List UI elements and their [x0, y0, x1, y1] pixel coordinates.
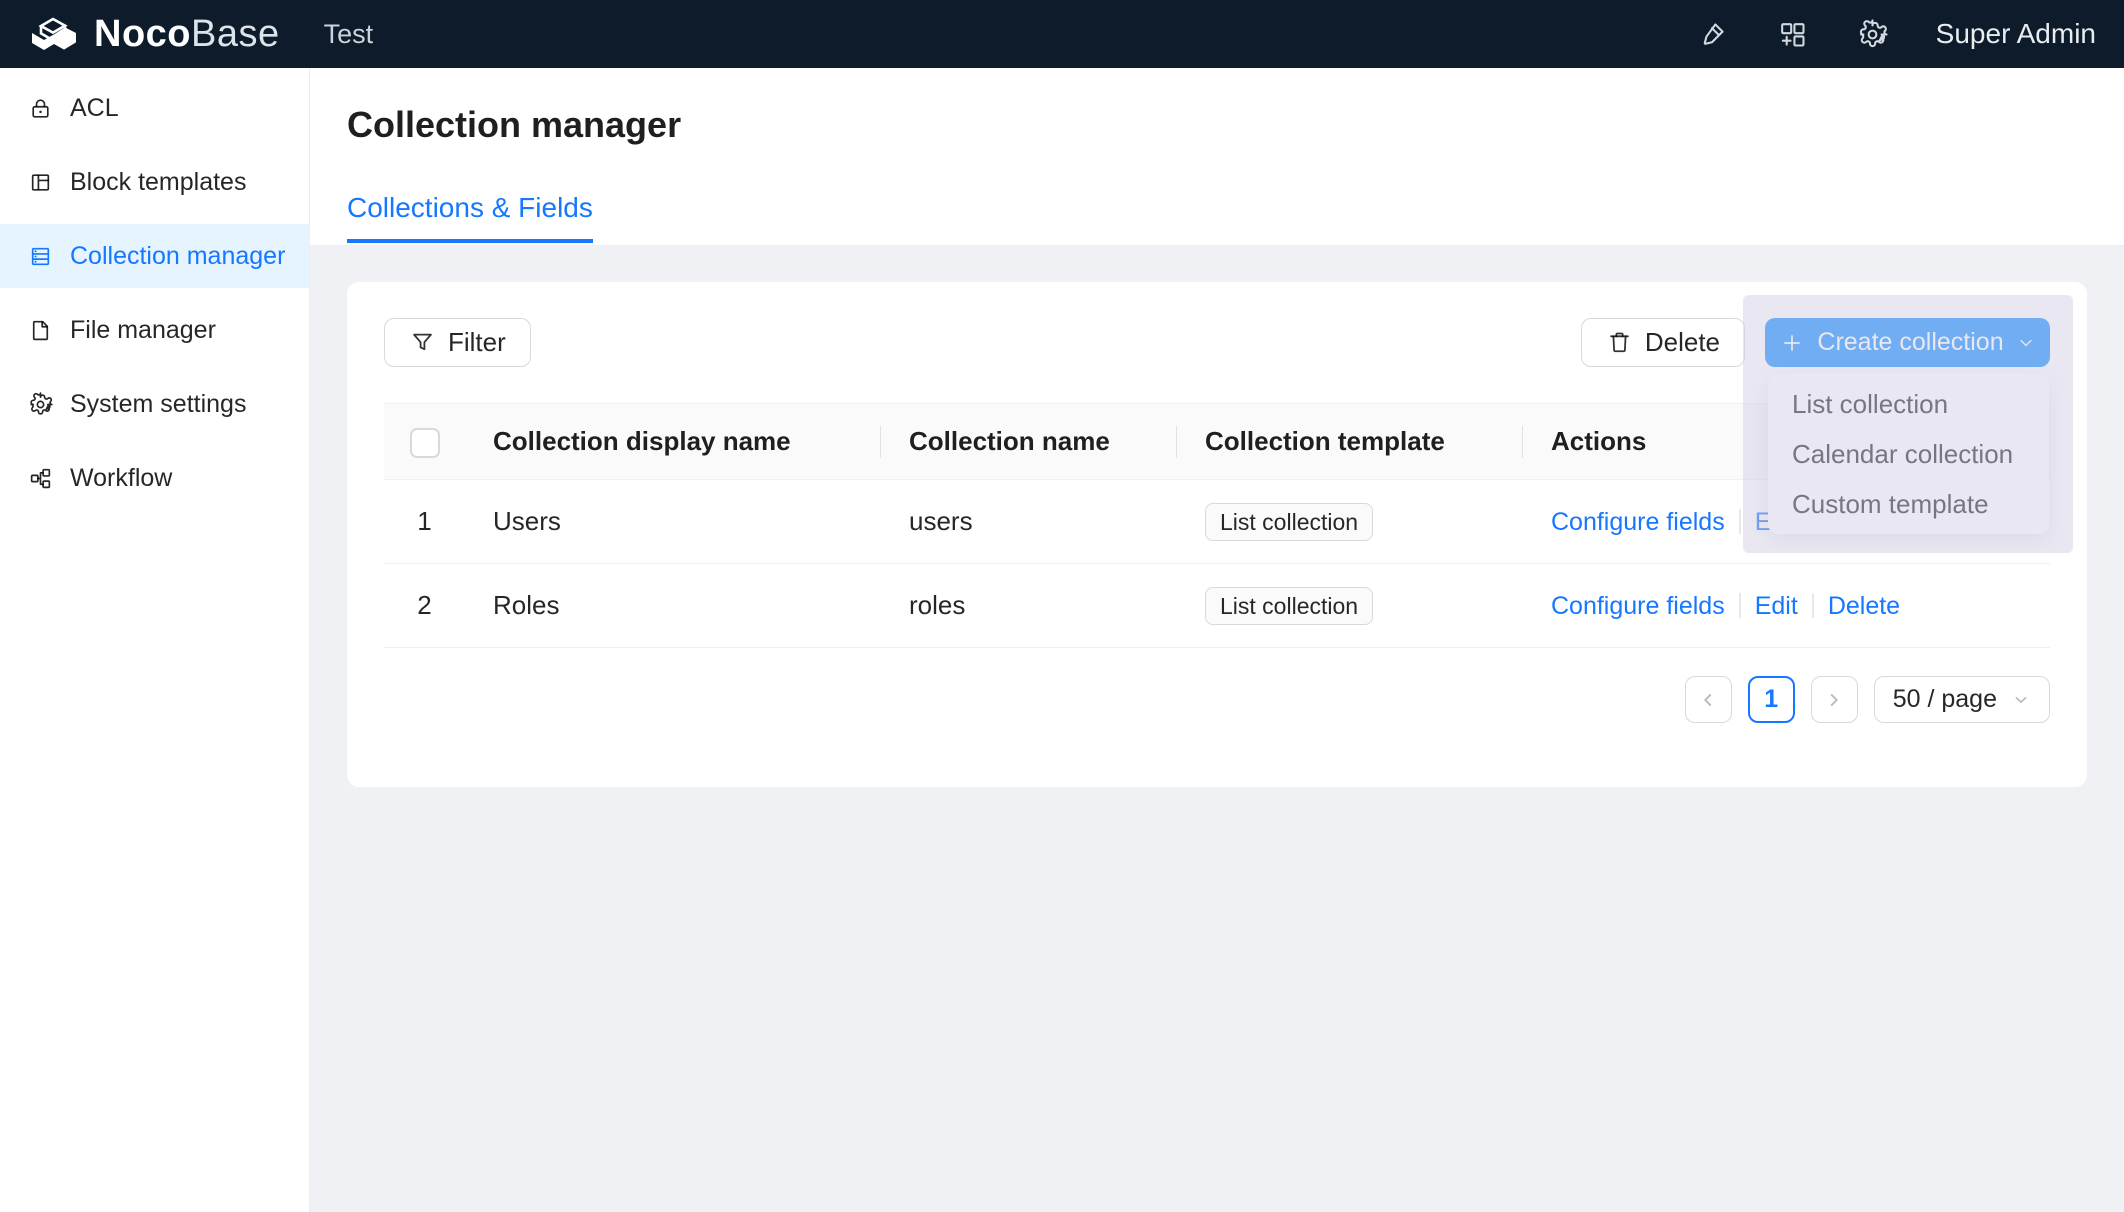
sidebar-item-acl[interactable]: ACL [0, 76, 309, 140]
action-divider [1739, 593, 1741, 618]
sidebar-item-label: System settings [70, 390, 246, 419]
layout-icon [28, 170, 53, 195]
delete-link[interactable]: Delete [1828, 592, 1900, 620]
filter-button[interactable]: Filter [384, 318, 531, 367]
cell-collection-name: users [881, 480, 1177, 564]
sidebar: ACL Block templates Collection manager F… [0, 68, 310, 1212]
column-header-template: Collection template [1177, 404, 1523, 480]
page-number-1[interactable]: 1 [1748, 676, 1795, 723]
highlighter-icon[interactable] [1696, 17, 1730, 51]
sidebar-item-label: Collection manager [70, 242, 285, 271]
cell-display-name: Roles [465, 564, 881, 648]
logo-text: NocoBase [94, 13, 280, 56]
sidebar-item-block-templates[interactable]: Block templates [0, 150, 309, 214]
create-collection-button[interactable]: Create collection [1765, 318, 2050, 367]
filter-funnel-icon [409, 329, 436, 356]
select-all-checkbox[interactable] [410, 428, 440, 458]
row-index: 2 [384, 564, 465, 648]
column-header-name: Collection name [881, 404, 1177, 480]
cell-display-name: Users [465, 480, 881, 564]
app-root: NocoBase Test Super Admin ACL Block temp… [0, 0, 2124, 1212]
collection-template-tag: List collection [1205, 587, 1373, 625]
main-area: Collection manager Collections & Fields … [310, 68, 2124, 1212]
action-divider [1812, 593, 1814, 618]
page-header: Collection manager Collections & Fields [310, 68, 2124, 246]
chevron-down-icon [2011, 690, 2031, 710]
menu-item-list-collection[interactable]: List collection [1768, 379, 2049, 429]
edit-link[interactable]: Edit [1755, 592, 1798, 620]
tab-collections-and-fields[interactable]: Collections & Fields [347, 192, 593, 243]
configure-fields-link[interactable]: Configure fields [1551, 508, 1725, 536]
nocobase-logo[interactable]: NocoBase [0, 11, 280, 57]
toolbar-right: Delete Create collection [1581, 318, 2050, 367]
pagination: 1 50 / page [384, 676, 2050, 723]
page-size-select[interactable]: 50 / page [1874, 676, 2050, 723]
settings-gear-icon[interactable] [1856, 17, 1890, 51]
plugin-blocks-icon[interactable] [1776, 17, 1810, 51]
trash-icon [1606, 329, 1633, 356]
tabs-bar: Collections & Fields [347, 192, 593, 243]
prev-page-button[interactable] [1685, 676, 1732, 723]
topbar-right: Super Admin [1696, 17, 2124, 51]
delete-button[interactable]: Delete [1581, 318, 1745, 367]
chevron-down-icon [2016, 333, 2036, 353]
sidebar-item-system-settings[interactable]: System settings [0, 372, 309, 436]
row-index: 1 [384, 480, 465, 564]
sidebar-item-workflow[interactable]: Workflow [0, 446, 309, 510]
lock-icon [28, 96, 53, 121]
cell-actions: Configure fields Edit Delete [1523, 564, 2050, 648]
column-header-display-name: Collection display name [465, 404, 881, 480]
file-icon [28, 318, 53, 343]
sidebar-item-collection-manager[interactable]: Collection manager [0, 224, 309, 288]
plus-icon [1779, 330, 1805, 356]
page-title: Collection manager [310, 68, 2124, 146]
menu-item-calendar-collection[interactable]: Calendar collection [1768, 429, 2049, 479]
menu-item-custom-template[interactable]: Custom template [1768, 479, 2049, 529]
sidebar-item-label: ACL [70, 94, 119, 123]
chevron-right-icon [1823, 689, 1845, 711]
sidebar-item-label: File manager [70, 316, 216, 345]
topnav-item-test[interactable]: Test [324, 19, 374, 50]
next-page-button[interactable] [1811, 676, 1858, 723]
topbar: NocoBase Test Super Admin [0, 0, 2124, 68]
table-toolbar: Filter Delete Create collection [384, 318, 2050, 367]
collection-template-tag: List collection [1205, 503, 1373, 541]
cell-collection-name: roles [881, 564, 1177, 648]
sidebar-item-label: Block templates [70, 168, 246, 197]
gear-icon [28, 392, 53, 417]
sidebar-item-file-manager[interactable]: File manager [0, 298, 309, 362]
chevron-left-icon [1697, 689, 1719, 711]
current-user[interactable]: Super Admin [1936, 18, 2096, 50]
workflow-icon [28, 466, 53, 491]
nocobase-logo-icon [28, 11, 80, 57]
table-row-roles: 2 Roles roles List collection Configure … [384, 564, 2050, 648]
sidebar-item-label: Workflow [70, 464, 172, 493]
configure-fields-link[interactable]: Configure fields [1551, 592, 1725, 620]
create-collection-dropdown: List collection Calendar collection Cust… [1768, 374, 2049, 534]
collections-card: Filter Delete Create collection [347, 282, 2087, 787]
database-icon [28, 244, 53, 269]
action-divider [1739, 509, 1741, 534]
